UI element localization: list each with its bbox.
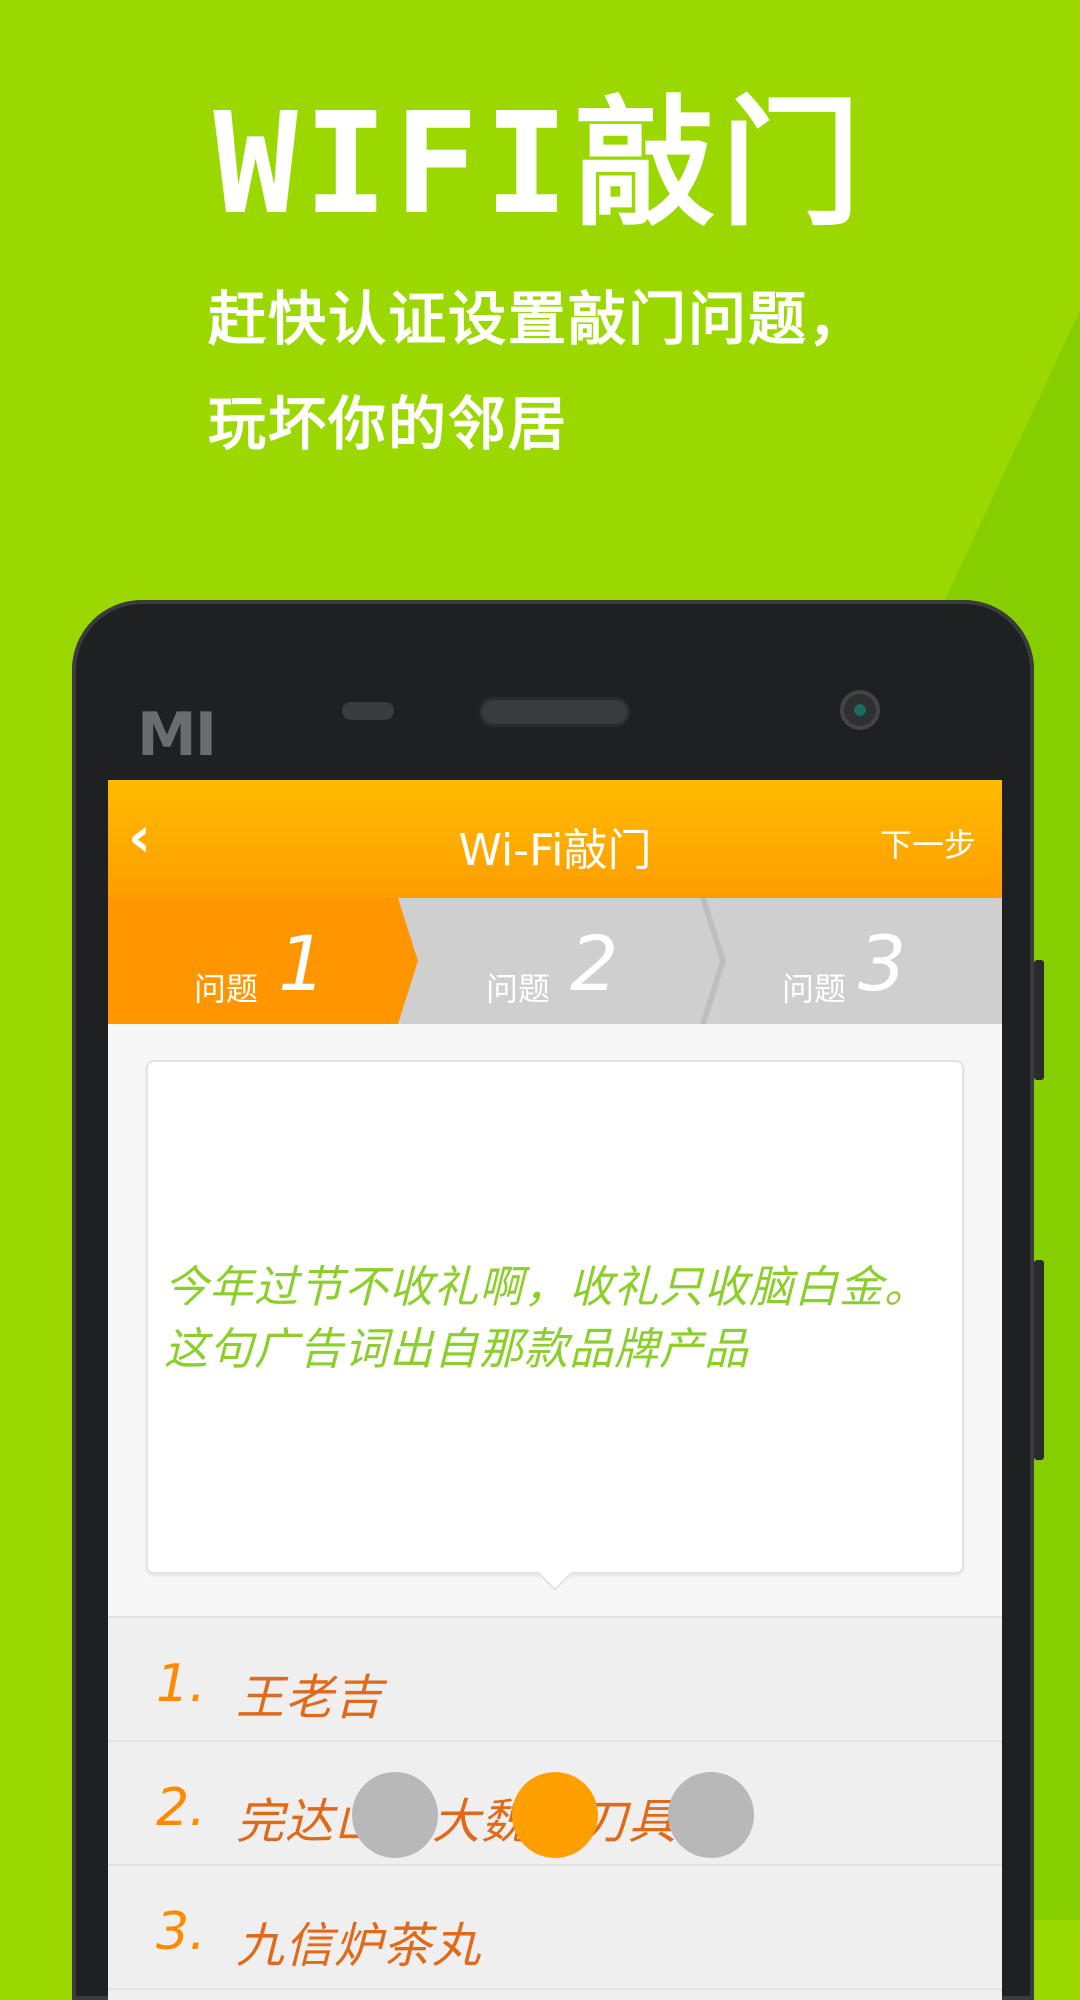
phone-volume-button [1034, 960, 1044, 1080]
app-bar: ‹ Wi-Fi敲门 下一步 [108, 780, 1002, 898]
app-title: Wi-Fi敲门 [458, 825, 652, 876]
step-label: 问题 [782, 970, 847, 1008]
step-label: 问题 [194, 970, 259, 1008]
page-dot[interactable] [668, 1772, 754, 1858]
step-indicator: 问题 3 问题 2 问题 1 [108, 898, 1002, 1024]
question-card: 今年过节不收礼啊，收礼只收脑白金。这句广告词出自那款品牌产品 [146, 1060, 964, 1574]
earpiece-speaker [482, 700, 627, 724]
hero-title: WIFI敲门 [213, 83, 867, 246]
answer-text: 王老吉 [236, 1670, 384, 1726]
answer-number: 3. [156, 1902, 206, 1962]
step-number: 2 [570, 919, 619, 1008]
proximity-sensor [342, 702, 394, 720]
step-number: 3 [858, 919, 907, 1008]
step-3[interactable]: 问题 3 [718, 898, 1002, 1024]
step-label: 问题 [486, 970, 551, 1008]
answer-text: 九信炉茶丸 [236, 1918, 482, 1974]
phone-side-button [1034, 1260, 1044, 1460]
step-1[interactable]: 问题 1 [108, 898, 418, 1024]
front-camera [844, 694, 876, 726]
answer-number: 1. [156, 1654, 206, 1714]
question-text: 今年过节不收礼啊，收礼只收脑白金。这句广告词出自那款品牌产品 [164, 1262, 929, 1375]
page-indicator [0, 1772, 1080, 1862]
step-2[interactable]: 问题 2 [398, 898, 718, 1024]
hero-subtitle-line2: 玩坏你的邻居 [208, 390, 569, 458]
step-number: 1 [278, 919, 327, 1008]
hero-subtitle-line1: 赶快认证设置敲门问题， [208, 285, 869, 353]
page-dot-active[interactable] [512, 1772, 598, 1858]
answer-option-1[interactable]: 1. 王老吉 [108, 1618, 1002, 1742]
answer-option-3[interactable]: 3. 九信炉茶丸 [108, 1866, 1002, 1990]
next-step-button[interactable]: 下一步 [880, 820, 976, 866]
page-dot[interactable] [352, 1772, 438, 1858]
mi-logo: MI [137, 700, 217, 770]
